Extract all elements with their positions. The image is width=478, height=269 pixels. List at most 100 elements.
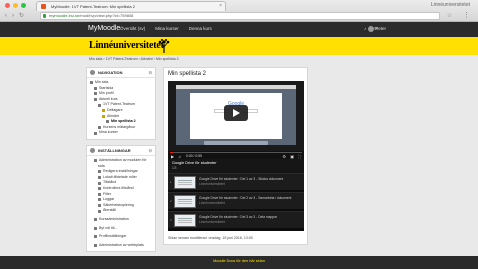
playlist-item-thumbnail	[174, 195, 196, 208]
playlist-item[interactable]: 2 Google Drive för studenter : Del 2 av 3…	[168, 192, 304, 209]
page-icon	[94, 86, 97, 90]
playlist-item-thumbnail	[174, 176, 196, 189]
user-name: Peter	[375, 26, 386, 32]
playlist-item-number: 2	[170, 199, 172, 203]
tree-item[interactable]: Mina kurser	[87, 130, 155, 136]
playlist-item-title: Google Drive för studenter : Del 1 av 3 …	[199, 177, 284, 181]
settings-block: INSTÄLLNINGAR ⊟ Administration av module…	[86, 145, 156, 253]
last-modified-text: Sidan senast modifierad: onsdag, 15 juni…	[168, 236, 253, 240]
back-arrow-icon[interactable]: ‹	[5, 12, 7, 20]
browser-chrome: MyMoodle: 1VT Patent-Teatrum: Min spelli…	[0, 0, 478, 22]
playlist-item-number: 3	[170, 218, 172, 222]
lock-icon	[43, 14, 46, 18]
page-icon	[98, 187, 101, 191]
player-controls: ▶ ♫ 0:00 / 0:55 ⚙ ▣ ⛶	[168, 151, 304, 159]
navigation-icon	[90, 70, 95, 75]
tree-item-label: Administration av webbplats	[99, 242, 144, 247]
university-logo-text[interactable]: Linnéuniversitetet	[89, 40, 164, 51]
user-menu[interactable]: Peter	[367, 26, 386, 32]
tree-item-label: Profilinställningar	[99, 234, 127, 239]
block-actions-icon[interactable]: ⊟	[149, 148, 152, 153]
bookmark-star-icon[interactable]: ☆	[447, 12, 452, 19]
expand-node-icon	[94, 131, 97, 135]
playlist-item[interactable]: 1 Google Drive för studenter : Del 1 av 3…	[168, 173, 304, 190]
expand-node-icon	[94, 244, 97, 248]
close-window-button[interactable]	[5, 3, 10, 8]
browser-menu-icon[interactable]: ⋮	[463, 11, 470, 19]
settings-block-header[interactable]: INSTÄLLNINGAR ⊟	[87, 146, 155, 156]
folder-icon	[102, 109, 105, 113]
tree-item-label: Mina kurser	[99, 130, 118, 135]
folder-icon	[102, 114, 105, 118]
navbar-menu: Översikt (sv) Mina kurser Denna kurs	[120, 26, 212, 31]
progress-fill	[170, 152, 173, 153]
playlist-item-author: Linnéuniversitetet	[199, 182, 225, 186]
page-icon	[98, 198, 101, 202]
close-tab-icon[interactable]: ×	[219, 2, 222, 11]
browser-profile-label[interactable]: Linnéuniversitetet	[431, 2, 470, 8]
navigation-block: NAVIGATION ⊟ Min sida Startsida Min profil…	[86, 67, 156, 140]
expand-node-icon	[98, 103, 101, 107]
forward-arrow-icon[interactable]: ›	[12, 12, 14, 20]
settings-gear-icon	[90, 148, 95, 153]
tree-logo-icon	[158, 39, 170, 53]
page-icon	[98, 170, 101, 174]
page-title: Min spellista 2	[168, 71, 207, 77]
page-icon	[106, 120, 109, 124]
navbar-menu-overview[interactable]: Översikt (sv)	[120, 26, 145, 31]
expand-node-icon	[94, 98, 97, 102]
thumbnail-browser-bar	[176, 85, 296, 89]
navigation-block-header[interactable]: NAVIGATION ⊟	[87, 68, 155, 78]
playlist-item-title: Google Drive för studenter : Del 2 av 3 …	[199, 196, 292, 200]
playlist-header: Google Drive för studenter 1/3	[168, 159, 304, 173]
maximize-window-button[interactable]	[21, 3, 26, 8]
video-area[interactable]: Google	[168, 81, 304, 151]
progress-bar[interactable]	[170, 152, 302, 153]
browser-nav-buttons: ‹ › ↻	[5, 12, 24, 20]
browser-tab[interactable]: MyMoodle: 1VT Patent-Teatrum: Min spelli…	[36, 1, 226, 11]
navigation-tree: Min sida Startsida Min profil Aktuell kurs 1…	[87, 78, 155, 139]
main-content: Min spellista 2 Google ▶ ♫ 0:00 / 0:55 ⚙…	[163, 67, 308, 245]
navbar-menu-my-courses[interactable]: Mina kurser	[155, 26, 179, 31]
block-actions-icon[interactable]: ⊟	[149, 70, 152, 75]
site-name-link[interactable]: MyMoodle	[88, 25, 120, 32]
reload-icon[interactable]: ↻	[19, 12, 24, 20]
youtube-playlist-player: Google ▶ ♫ 0:00 / 0:55 ⚙ ▣ ⛶ Google Driv…	[168, 81, 304, 231]
thumbnail-dock	[204, 141, 268, 145]
notification-bell-icon[interactable]: ♪	[364, 26, 366, 32]
expand-node-icon	[90, 81, 93, 85]
page-icon	[98, 126, 101, 130]
tree-item-label: Administration av modulen för	[99, 158, 147, 162]
expand-node-icon	[94, 226, 97, 230]
playlist-item-text: Google Drive för studenter : Del 2 av 3 …	[199, 196, 301, 205]
play-button-icon[interactable]	[224, 105, 248, 121]
url-host: mymoodle.lnu.se	[49, 13, 80, 18]
playlist-item-thumbnail	[174, 214, 196, 227]
page-footer: Moodle Docs för den här sidan	[0, 256, 478, 269]
breadcrumb[interactable]: Min sida › 1VT Patent-Teatrum › Allmänt …	[89, 57, 179, 61]
url-path: /mod/hvp/view.php?id=759808	[79, 13, 134, 18]
moodle-navbar: MyMoodle Översikt (sv) Mina kurser Denna…	[0, 22, 478, 37]
navbar-menu-this-course[interactable]: Denna kurs	[189, 26, 212, 31]
playlist-item[interactable]: 3 Google Drive för studenter : Del 3 av 3…	[168, 211, 304, 228]
moodle-favicon-icon	[41, 4, 46, 9]
playlist-title[interactable]: Google Drive för studenter	[172, 161, 300, 165]
tree-item[interactable]: Administration av webbplats	[87, 243, 155, 249]
minimize-window-button[interactable]	[13, 3, 18, 8]
tab-title: MyMoodle: 1VT Patent-Teatrum: Min spelli…	[51, 4, 135, 9]
avatar	[367, 26, 374, 32]
page-icon	[98, 176, 101, 180]
tree-item-label: Återställ	[103, 208, 116, 213]
expand-node-icon	[94, 218, 97, 222]
page-icon	[94, 92, 97, 96]
window-controls	[5, 3, 26, 8]
playlist-item-text: Google Drive för studenter : Del 1 av 3 …	[199, 177, 301, 186]
site-header: Linnéuniversitetet	[0, 37, 478, 55]
expand-node-icon	[94, 159, 97, 163]
tree-item-label: Byt roll till...	[99, 225, 118, 230]
playlist-item-text: Google Drive för studenter : Del 3 av 3 …	[199, 215, 301, 224]
address-bar[interactable]: mymoodle.lnu.se/mod/hvp/view.php?id=7598…	[40, 12, 440, 20]
moodle-docs-link[interactable]: Moodle Docs för den här sidan	[0, 259, 478, 263]
playlist-item-title: Google Drive för studenter : Del 3 av 3 …	[199, 215, 278, 219]
time-display: 0:00 / 0:55	[186, 154, 203, 158]
